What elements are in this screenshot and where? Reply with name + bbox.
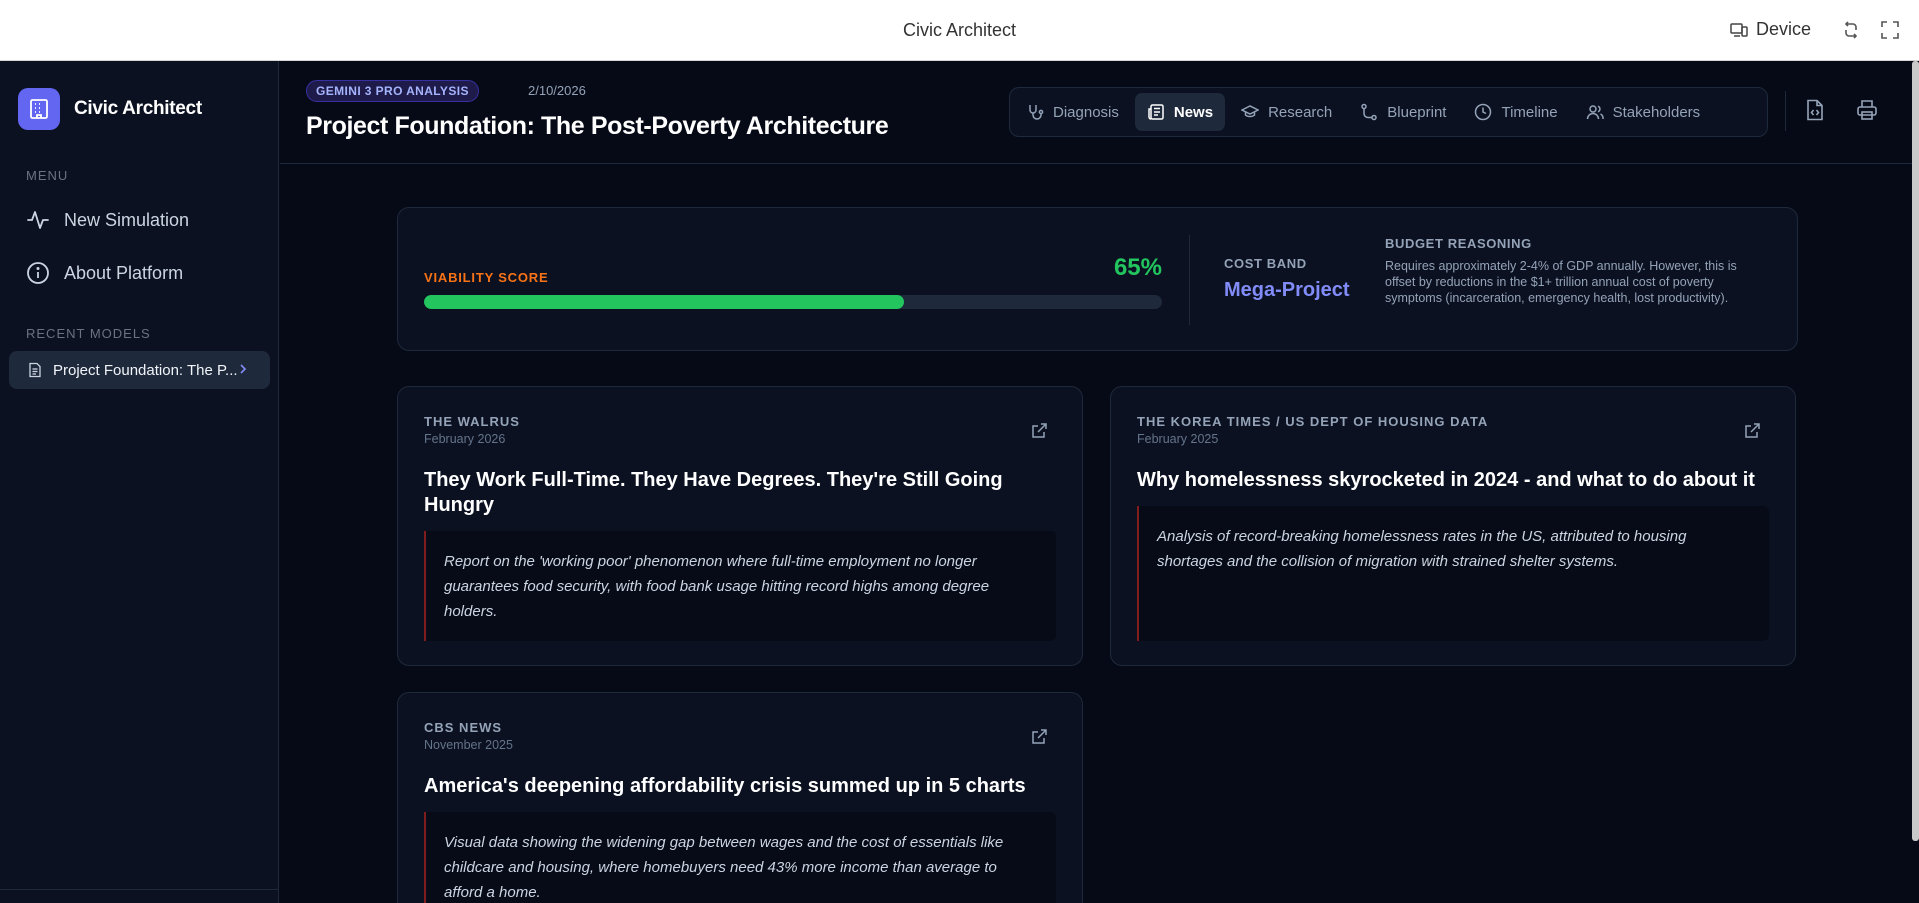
model-badge: GEMINI 3 PRO ANALYSIS [306,80,479,102]
budget-reasoning-label: BUDGET REASONING [1385,236,1532,251]
news-card[interactable]: THE WALRUS February 2026 They Work Full-… [397,386,1083,666]
tab-research[interactable]: Research [1229,93,1344,131]
stethoscope-icon [1029,105,1044,120]
tab-label: Stakeholders [1612,103,1701,121]
viability-score-value: 65% [1113,254,1162,281]
news-date: February 2025 [1137,432,1219,446]
viability-progress-bar [424,295,1162,309]
news-date: November 2025 [424,738,513,752]
tab-timeline[interactable]: Timeline [1462,93,1569,131]
panel-divider [1189,235,1190,325]
device-label: Device [1756,19,1812,39]
viability-progress-fill [424,295,904,309]
page-scrollbar[interactable] [1912,61,1919,841]
window-title: Civic Architect [902,20,1017,40]
users-icon [1586,105,1604,120]
news-summary: Visual data showing the widening gap bet… [424,812,1056,903]
news-title: Why homelessness skyrocketed in 2024 - a… [1137,469,1755,491]
tab-label: Research [1268,103,1333,121]
sidebar-item-label: About Platform [64,262,184,283]
tab-diagnosis[interactable]: Diagnosis [1014,93,1131,131]
tab-stakeholders[interactable]: Stakeholders [1574,93,1713,131]
activity-icon [27,211,49,229]
news-source: CBS NEWS [424,720,503,735]
viability-score-label: VIABILITY SCORE [424,270,549,285]
sidebar: Civic Architect MENU New Simulation Abou… [0,61,279,903]
brand-name: Civic Architect [74,98,202,119]
page-title: Project Foundation: The Post-Poverty Arc… [306,112,889,140]
file-code-icon [1807,99,1823,121]
clock-icon [1475,103,1492,121]
analysis-date: 2/10/2026 [528,83,586,98]
tab-label: Timeline [1501,103,1558,121]
news-title: America's deepening affordability crisis… [424,775,1026,797]
recent-model-item[interactable]: Project Foundation: The P... [9,351,270,389]
tab-label: News [1173,103,1214,121]
cost-band-label: COST BAND [1224,256,1307,271]
app-topbar: Civic Architect Device [0,0,1919,61]
page-header: GEMINI 3 PRO ANALYSIS 2/10/2026 Project … [280,61,1919,164]
newspaper-icon [1148,104,1164,120]
section-tabs: Diagnosis News Research Blueprint Timeli… [1009,87,1768,137]
tab-label: Blueprint [1387,103,1447,121]
device-icon [1730,22,1748,37]
menu-heading: MENU [26,168,69,183]
news-title: They Work Full-Time. They Have Degrees. … [424,469,1003,516]
external-link-icon[interactable] [1743,422,1761,440]
document-icon [29,362,41,378]
news-summary: Report on the 'working poor' phenomenon … [424,531,1056,641]
header-divider [1785,91,1786,131]
fullscreen-icon[interactable] [1879,19,1901,41]
tab-news[interactable]: News [1134,93,1226,131]
external-link-icon[interactable] [1030,728,1048,746]
sidebar-item-label: New Simulation [64,209,190,230]
news-card[interactable]: THE KOREA TIMES / US DEPT OF HOUSING DAT… [1110,386,1796,666]
external-link-icon[interactable] [1030,422,1048,440]
budget-reasoning-text: Requires approximately 2-4% of GDP annua… [1385,259,1737,305]
news-source: THE WALRUS [424,414,520,429]
brand[interactable]: Civic Architect [18,88,202,130]
tab-label: Diagnosis [1053,103,1119,121]
sidebar-item-new-simulation[interactable]: New Simulation [26,208,189,232]
export-code-button[interactable] [1802,97,1828,123]
building-icon [18,88,60,130]
viability-panel: VIABILITY SCORE 65% COST BAND Mega-Proje… [397,207,1798,351]
news-summary: Analysis of record-breaking homelessness… [1137,506,1769,641]
graduation-cap-icon [1241,105,1260,118]
recent-models-heading: RECENT MODELS [26,326,151,341]
tab-blueprint[interactable]: Blueprint [1348,93,1458,131]
info-icon [27,262,49,284]
device-button[interactable]: Device [1730,19,1811,40]
rotate-icon[interactable] [1840,19,1862,41]
recent-model-label: Project Foundation: The P... [53,361,238,379]
news-date: February 2026 [424,432,506,446]
printer-icon [1857,100,1877,120]
news-source: THE KOREA TIMES / US DEPT OF HOUSING DAT… [1137,414,1489,429]
sidebar-footer [0,889,279,903]
print-button[interactable] [1854,97,1880,123]
chevron-right-icon [240,364,247,374]
cost-band-value: Mega-Project [1224,279,1350,301]
news-card[interactable]: CBS NEWS November 2025 America's deepeni… [397,692,1083,903]
sidebar-item-about-platform[interactable]: About Platform [26,261,183,285]
route-icon [1361,103,1378,121]
